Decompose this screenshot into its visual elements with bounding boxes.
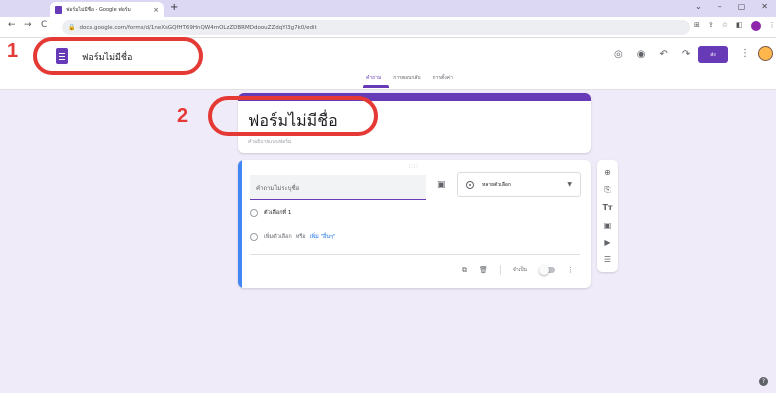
add-option-row: เพิ่มตัวเลือก หรือ เพิ่ม "อื่นๆ" [250, 233, 336, 241]
address-bar[interactable]: 🔒 docs.google.com/forms/d/1neXsGQfHT69Hn… [62, 20, 690, 35]
question-type-label: หลายตัวเลือก [482, 181, 511, 188]
browser-menu-icon[interactable]: ⋮ [769, 21, 776, 31]
duplicate-icon[interactable]: ⧉ [462, 266, 467, 275]
annotation-number-1: 1 [7, 40, 19, 62]
add-video-icon[interactable]: ▶ [604, 238, 610, 247]
add-question-icon[interactable]: ⊕ [604, 168, 611, 177]
form-description[interactable]: คำอธิบายแบบฟอร์ม [248, 138, 291, 146]
tab-title: ฟอร์มไม่มีชื่อ - Google ฟอร์ม [66, 6, 131, 13]
translate-icon[interactable]: ⊞ [694, 21, 700, 31]
tab-close-icon[interactable]: × [153, 6, 159, 14]
maximize-icon[interactable]: ▢ [738, 2, 746, 11]
browser-tab[interactable]: ฟอร์มไม่มีชื่อ - Google ฟอร์ม × [50, 2, 164, 17]
required-toggle[interactable] [538, 265, 555, 275]
add-title-icon[interactable]: Tт [602, 203, 612, 212]
google-forms-favicon-icon [55, 5, 62, 14]
close-window-icon[interactable]: ✕ [761, 2, 768, 11]
tab-settings[interactable]: การตั้งค่า [433, 74, 453, 82]
browser-tab-bar: ฟอร์มไม่มีชื่อ - Google ฟอร์ม × + ⌄ – ▢ … [0, 0, 776, 17]
question-more-icon[interactable]: ⋮ [567, 266, 574, 274]
question-title-input[interactable]: คำถามไม่ระบุชื่อ [250, 175, 426, 200]
tab-search-icon[interactable]: ⌄ [695, 2, 702, 11]
reload-icon[interactable]: C [41, 20, 47, 30]
radio-icon [250, 233, 258, 241]
drag-handle-icon[interactable]: ∷∷ [409, 163, 419, 170]
chevron-down-icon: ▼ [567, 181, 572, 188]
help-icon[interactable]: ? [759, 377, 768, 386]
form-canvas: ฟอร์มไม่มีชื่อ คำอธิบายแบบฟอร์ม ∷∷ คำถาม… [0, 90, 776, 393]
preview-eye-icon[interactable]: ◉ [637, 49, 646, 60]
redo-icon[interactable]: ↷ [682, 49, 690, 60]
active-question-bar [238, 160, 242, 288]
radio-icon [250, 209, 258, 217]
tab-responses[interactable]: การตอบกลับ [393, 74, 420, 82]
floating-toolbar: ⊕ ⎘ Tт ▣ ▶ ☰ [597, 160, 618, 272]
option-row[interactable]: ตัวเลือกที่ 1 [250, 209, 291, 217]
header-actions: ◎ ◉ ↶ ↷ [614, 49, 690, 60]
tab-questions[interactable]: คำถาม [366, 74, 381, 82]
add-option-link[interactable]: เพิ่มตัวเลือก [264, 233, 292, 241]
question-type-dropdown[interactable]: หลายตัวเลือก ▼ [457, 172, 581, 197]
url-text: docs.google.com/forms/d/1neXsGQfHT69HnQW… [79, 24, 317, 31]
send-button[interactable]: ส่ง [698, 46, 728, 63]
bookmark-star-icon[interactable]: ☆ [722, 21, 728, 31]
active-tab-indicator [363, 85, 389, 88]
lock-icon: 🔒 [68, 24, 76, 31]
import-questions-icon[interactable]: ⎘ [604, 185, 610, 195]
annotation-oval-1 [33, 37, 203, 75]
footer-separator [499, 265, 501, 275]
more-options-icon[interactable]: ⋮ [740, 48, 750, 59]
add-other-link[interactable]: เพิ่ม "อื่นๆ" [310, 233, 336, 241]
browser-action-icons: ⊞ ⇪ ☆ ◧ ⋮ [694, 21, 776, 31]
address-toolbar: ← → C 🔒 docs.google.com/forms/d/1neXsGQf… [0, 17, 776, 38]
add-image-icon[interactable]: ▣ [437, 180, 446, 190]
back-icon[interactable]: ← [8, 20, 16, 30]
question-footer: ⧉ 🗑 จำเป็น ⋮ [462, 265, 574, 275]
option-label[interactable]: ตัวเลือกที่ 1 [264, 209, 291, 217]
add-section-icon[interactable]: ☰ [604, 255, 611, 264]
new-tab-button[interactable]: + [170, 2, 178, 14]
multiple-choice-icon [466, 180, 474, 189]
browser-profile-avatar[interactable] [750, 21, 761, 31]
required-label: จำเป็น [512, 267, 527, 273]
share-icon[interactable]: ⇪ [708, 21, 714, 31]
annotation-number-2: 2 [177, 105, 189, 127]
add-image-icon[interactable]: ▣ [604, 221, 612, 230]
or-text: หรือ [295, 234, 306, 240]
side-panel-icon[interactable]: ◧ [736, 21, 743, 31]
annotation-oval-2 [208, 96, 378, 136]
delete-icon[interactable]: 🗑 [479, 266, 488, 274]
question-card[interactable]: ∷∷ คำถามไม่ระบุชื่อ ▣ หลายตัวเลือก ▼ ตัว… [238, 160, 591, 288]
account-avatar[interactable] [758, 46, 773, 61]
window-controls: ⌄ – ▢ ✕ [695, 2, 768, 11]
undo-icon[interactable]: ↶ [659, 49, 667, 60]
card-divider [250, 254, 580, 255]
palette-icon[interactable]: ◎ [614, 49, 623, 60]
forward-icon[interactable]: → [24, 20, 32, 30]
form-tabs: คำถาม การตอบกลับ การตั้งค่า [366, 74, 453, 82]
minimize-icon[interactable]: – [718, 2, 722, 11]
